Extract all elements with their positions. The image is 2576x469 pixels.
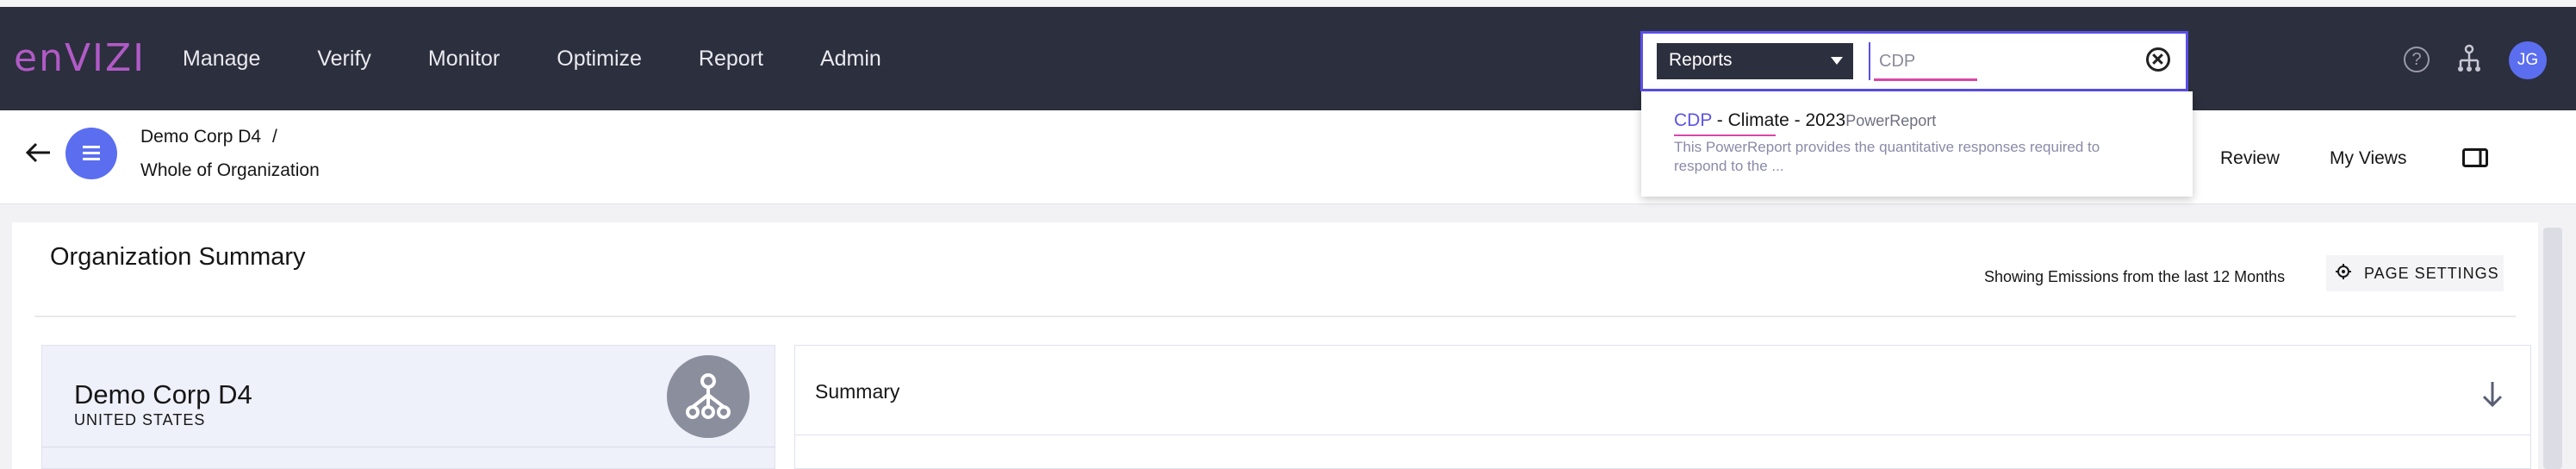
breadcrumb-separator: / (272, 127, 277, 147)
hierarchy-icon[interactable] (2454, 43, 2485, 74)
emissions-period-text: Showing Emissions from the last 12 Month… (1984, 268, 2286, 285)
help-icon[interactable]: ? (2404, 47, 2430, 72)
search-results-dropdown: CDP - Climate - 2023PowerReport This Pow… (1641, 91, 2193, 197)
scrollbar[interactable] (2543, 228, 2562, 469)
search-result-item[interactable]: CDP - Climate - 2023PowerReport (1674, 110, 1936, 131)
page-settings-button[interactable]: PAGE SETTINGS (2326, 255, 2504, 291)
summary-label: Summary (815, 380, 900, 403)
nav-monitor[interactable]: Monitor (428, 47, 500, 72)
nav-report[interactable]: Report (699, 47, 763, 72)
summary-panel (794, 345, 2531, 469)
organization-hierarchy-icon (667, 355, 750, 438)
global-search: Reports (1640, 31, 2188, 91)
user-avatar[interactable]: JG (2509, 41, 2547, 79)
expand-down-icon[interactable] (2480, 379, 2505, 409)
result-match-text: CDP (1674, 110, 1712, 130)
result-type-text: PowerReport (1845, 112, 1937, 129)
review-link[interactable]: Review (2220, 148, 2280, 169)
nav-verify[interactable]: Verify (317, 47, 371, 72)
main-nav: Manage Verify Monitor Optimize Report Ad… (183, 7, 938, 110)
organization-country: UNITED STATES (74, 411, 206, 428)
search-scope-label: Reports (1669, 50, 1733, 70)
search-scope-select[interactable]: Reports (1657, 43, 1853, 79)
spellcheck-underline (1674, 134, 1776, 136)
side-panel-icon[interactable] (2462, 148, 2488, 167)
search-input[interactable] (1869, 42, 2058, 80)
gear-icon (2336, 264, 2351, 279)
breadcrumb-parent[interactable]: Demo Corp D4 (140, 127, 261, 147)
result-description: This PowerReport provides the quantitati… (1674, 139, 2100, 174)
clear-search-icon[interactable] (2146, 47, 2170, 72)
nav-admin[interactable]: Admin (820, 47, 881, 72)
window-top-strip (0, 0, 2576, 7)
section-divider (34, 316, 2516, 317)
caret-down-icon (1831, 57, 1843, 65)
nav-manage[interactable]: Manage (183, 47, 260, 72)
breadcrumb-current[interactable]: Whole of Organization (140, 160, 320, 181)
back-arrow-icon[interactable] (24, 138, 53, 167)
result-title-text: - Climate - 2023 (1711, 110, 1846, 130)
spellcheck-underline (1874, 78, 1977, 81)
nav-optimize[interactable]: Optimize (557, 47, 642, 72)
my-views-link[interactable]: My Views (2330, 148, 2406, 169)
menu-icon[interactable] (65, 128, 117, 179)
envizi-logo[interactable]: enVIZI (14, 36, 146, 80)
organization-name: Demo Corp D4 (74, 379, 252, 410)
page-title: Organization Summary (50, 243, 306, 271)
